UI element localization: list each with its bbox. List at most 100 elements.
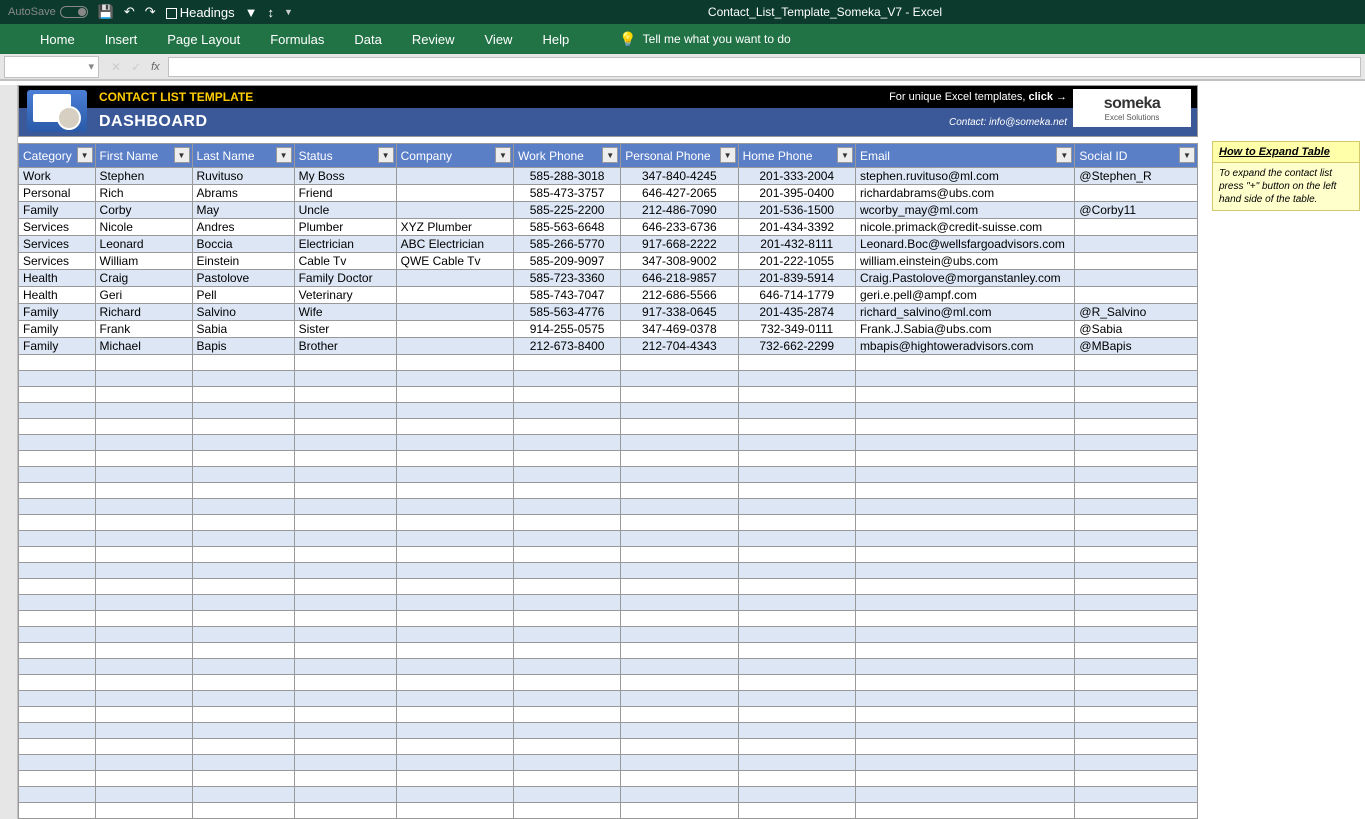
table-cell[interactable]	[396, 435, 513, 451]
table-row-empty[interactable]	[19, 355, 1198, 371]
table-cell[interactable]: Abrams	[192, 185, 294, 202]
column-header[interactable]: Status▼	[294, 144, 396, 168]
table-cell[interactable]	[95, 435, 192, 451]
table-cell[interactable]	[95, 627, 192, 643]
table-cell[interactable]	[738, 515, 855, 531]
table-cell[interactable]: 585-563-4776	[514, 304, 621, 321]
table-cell[interactable]	[1075, 771, 1198, 787]
table-cell[interactable]	[514, 691, 621, 707]
table-row[interactable]: ServicesNicoleAndresPlumberXYZ Plumber58…	[19, 219, 1198, 236]
table-cell[interactable]: Family	[19, 338, 96, 355]
table-cell[interactable]	[294, 531, 396, 547]
table-cell[interactable]	[95, 515, 192, 531]
table-cell[interactable]	[19, 739, 96, 755]
table-cell[interactable]	[294, 483, 396, 499]
table-cell[interactable]: richard_salvino@ml.com	[855, 304, 1074, 321]
table-row[interactable]: FamilyFrankSabiaSister914-255-0575347-46…	[19, 321, 1198, 338]
table-cell[interactable]	[95, 387, 192, 403]
table-cell[interactable]: My Boss	[294, 168, 396, 185]
table-cell[interactable]	[19, 643, 96, 659]
sort-icon[interactable]: ↕	[268, 5, 275, 20]
tab-home[interactable]: Home	[40, 32, 75, 47]
table-cell[interactable]	[738, 691, 855, 707]
table-row-empty[interactable]	[19, 803, 1198, 819]
table-cell[interactable]	[19, 771, 96, 787]
table-cell[interactable]	[738, 627, 855, 643]
column-header[interactable]: Social ID▼	[1075, 144, 1198, 168]
table-cell[interactable]	[192, 611, 294, 627]
table-cell[interactable]: 585-723-3360	[514, 270, 621, 287]
table-cell[interactable]	[396, 771, 513, 787]
table-cell[interactable]	[621, 563, 738, 579]
table-cell[interactable]	[738, 643, 855, 659]
table-cell[interactable]	[192, 563, 294, 579]
table-cell[interactable]	[1075, 675, 1198, 691]
table-cell[interactable]	[514, 771, 621, 787]
table-row-empty[interactable]	[19, 691, 1198, 707]
table-cell[interactable]	[396, 202, 513, 219]
tab-insert[interactable]: Insert	[105, 32, 138, 47]
table-cell[interactable]: Services	[19, 219, 96, 236]
table-cell[interactable]	[621, 771, 738, 787]
tab-view[interactable]: View	[485, 32, 513, 47]
table-cell[interactable]: @R_Salvino	[1075, 304, 1198, 321]
table-cell[interactable]: Sabia	[192, 321, 294, 338]
table-cell[interactable]	[294, 723, 396, 739]
table-cell[interactable]: 347-308-9002	[621, 253, 738, 270]
table-cell[interactable]: richardabrams@ubs.com	[855, 185, 1074, 202]
table-cell[interactable]	[621, 371, 738, 387]
table-cell[interactable]: Frank	[95, 321, 192, 338]
table-row[interactable]: FamilyCorbyMayUncle585-225-2200212-486-7…	[19, 202, 1198, 219]
table-cell[interactable]	[514, 707, 621, 723]
table-row-empty[interactable]	[19, 563, 1198, 579]
table-row-empty[interactable]	[19, 723, 1198, 739]
table-cell[interactable]	[396, 168, 513, 185]
column-header[interactable]: Home Phone▼	[738, 144, 855, 168]
table-cell[interactable]: 201-333-2004	[738, 168, 855, 185]
table-cell[interactable]	[95, 755, 192, 771]
table-cell[interactable]	[19, 387, 96, 403]
table-cell[interactable]	[1075, 219, 1198, 236]
table-row-empty[interactable]	[19, 419, 1198, 435]
table-cell[interactable]	[1075, 531, 1198, 547]
table-cell[interactable]: 212-486-7090	[621, 202, 738, 219]
table-cell[interactable]: 201-395-0400	[738, 185, 855, 202]
table-cell[interactable]: Salvino	[192, 304, 294, 321]
table-cell[interactable]: 917-668-2222	[621, 236, 738, 253]
table-cell[interactable]	[1075, 691, 1198, 707]
table-cell[interactable]: Craig.Pastolove@morganstanley.com	[855, 270, 1074, 287]
table-row[interactable]: ServicesLeonardBocciaElectricianABC Elec…	[19, 236, 1198, 253]
table-cell[interactable]: Electrician	[294, 236, 396, 253]
table-cell[interactable]	[1075, 595, 1198, 611]
table-cell[interactable]	[19, 451, 96, 467]
table-cell[interactable]	[294, 355, 396, 371]
table-row[interactable]: HealthGeriPellVeterinary585-743-7047212-…	[19, 287, 1198, 304]
table-cell[interactable]	[294, 387, 396, 403]
table-cell[interactable]	[19, 787, 96, 803]
table-cell[interactable]	[855, 723, 1074, 739]
table-cell[interactable]: Work	[19, 168, 96, 185]
table-cell[interactable]	[396, 355, 513, 371]
table-cell[interactable]	[855, 483, 1074, 499]
table-cell[interactable]	[192, 691, 294, 707]
table-cell[interactable]	[621, 451, 738, 467]
table-cell[interactable]	[855, 787, 1074, 803]
table-cell[interactable]: William	[95, 253, 192, 270]
table-row-empty[interactable]	[19, 771, 1198, 787]
table-cell[interactable]	[514, 579, 621, 595]
table-cell[interactable]	[1075, 483, 1198, 499]
table-cell[interactable]	[95, 499, 192, 515]
table-cell[interactable]	[396, 419, 513, 435]
table-cell[interactable]	[19, 355, 96, 371]
table-row[interactable]: HealthCraigPastoloveFamily Doctor585-723…	[19, 270, 1198, 287]
table-row-empty[interactable]	[19, 499, 1198, 515]
table-row-empty[interactable]	[19, 643, 1198, 659]
table-cell[interactable]: Family	[19, 202, 96, 219]
table-cell[interactable]	[1075, 547, 1198, 563]
table-cell[interactable]	[621, 355, 738, 371]
table-cell[interactable]: Wife	[294, 304, 396, 321]
table-cell[interactable]: Frank.J.Sabia@ubs.com	[855, 321, 1074, 338]
table-row-empty[interactable]	[19, 547, 1198, 563]
table-cell[interactable]	[396, 515, 513, 531]
table-cell[interactable]	[621, 691, 738, 707]
